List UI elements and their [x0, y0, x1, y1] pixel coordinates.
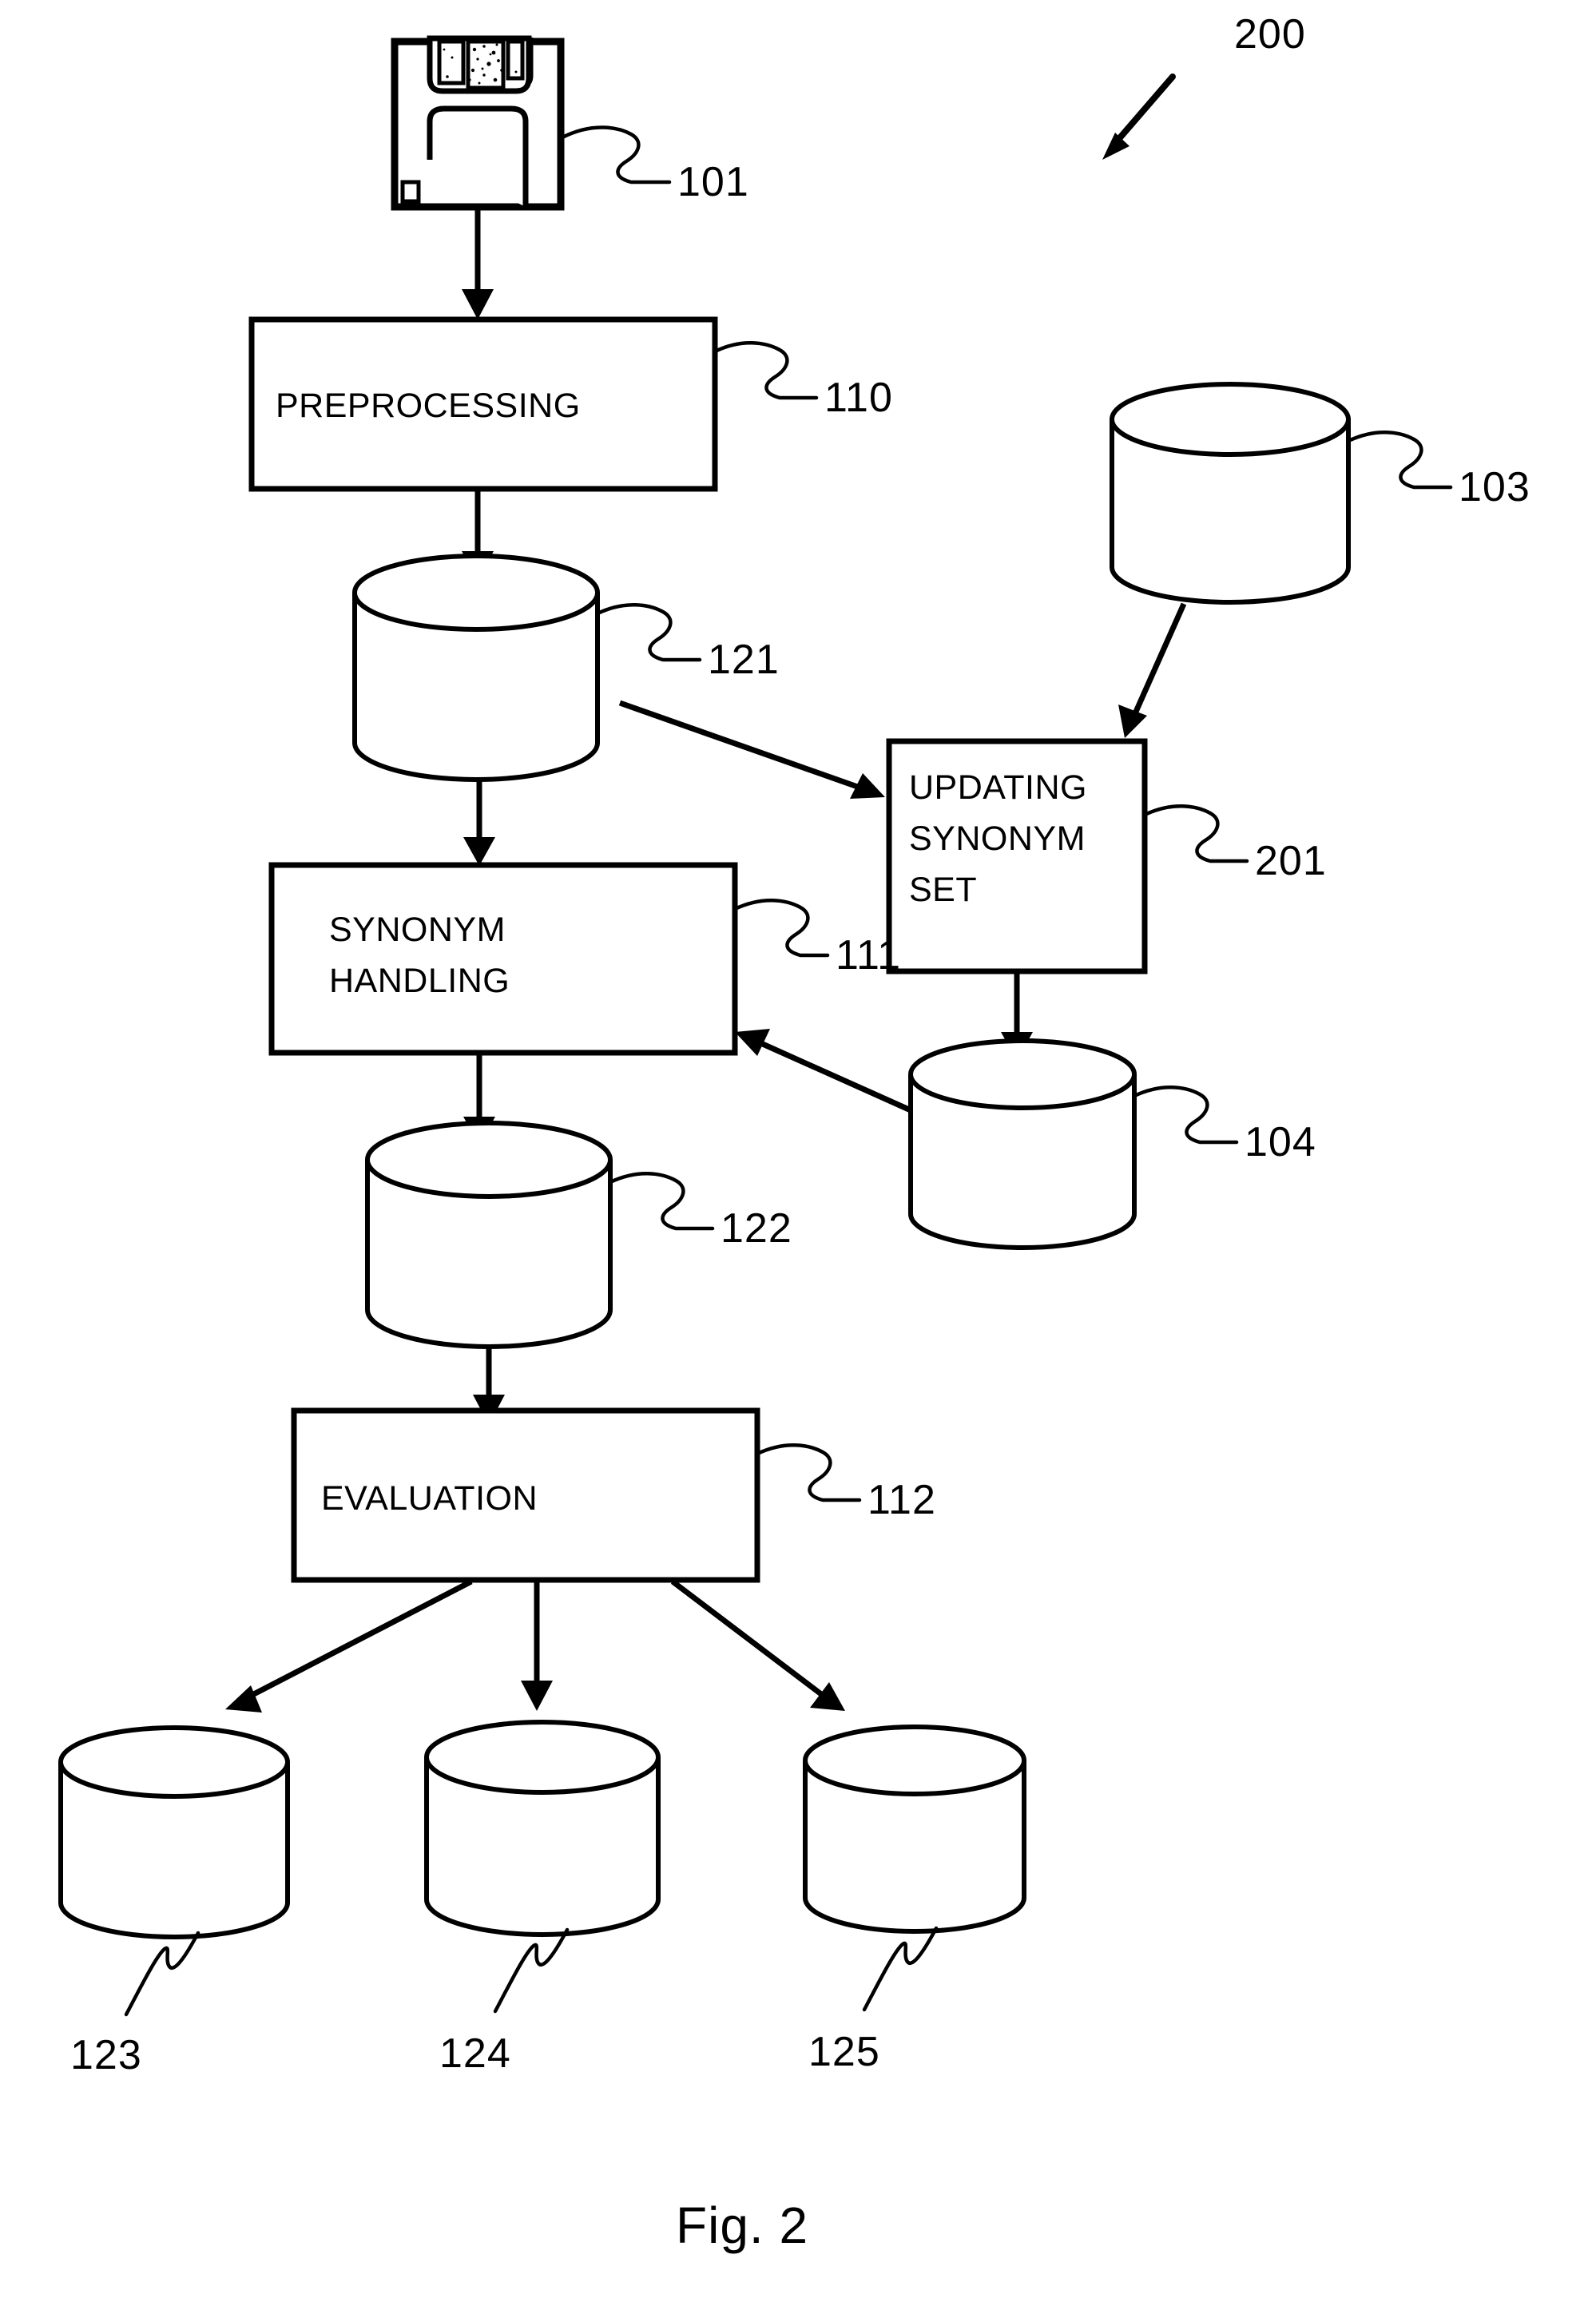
evaluation-label: EVALUATION	[321, 1479, 538, 1518]
floppy-shutter-slot-left	[437, 39, 466, 85]
ref-label-125: 125	[808, 2029, 880, 2075]
updating-synonym-set-box: UPDATING SYNONYM SET	[886, 738, 1148, 974]
floppy-disk-icon	[391, 35, 565, 211]
updating-synonym-set-label-line1: UPDATING	[909, 768, 1087, 807]
synonym-handling-rect	[268, 862, 738, 1056]
database-cylinder-122	[365, 1121, 613, 1349]
preprocessing-label: PREPROCESSING	[276, 387, 581, 425]
ref-label-112: 112	[867, 1477, 936, 1523]
synonym-handling-label-line1: SYNONYM	[329, 911, 506, 949]
ref-label-104: 104	[1245, 1119, 1316, 1165]
ref-label-123: 123	[70, 2032, 142, 2078]
db104-top	[908, 1038, 1137, 1110]
updating-synonym-set-label-line3: SET	[909, 871, 977, 909]
ref-label-110: 110	[824, 375, 893, 421]
ref-label-200: 200	[1234, 11, 1306, 58]
db124-top	[424, 1720, 661, 1795]
ref-label-111: 111	[836, 932, 901, 978]
patent-figure: 200 101 PREPROCESSING 110 121 103 UPDATI…	[0, 0, 1596, 2298]
flow-diagram-canvas: 200 101 PREPROCESSING 110 121 103 UPDATI…	[0, 0, 1596, 2298]
ref-label-201: 201	[1255, 838, 1327, 884]
ref-label-122: 122	[721, 1205, 792, 1252]
database-cylinder-123	[58, 1725, 290, 1939]
database-cylinder-124	[424, 1720, 661, 1937]
preprocessing-box: PREPROCESSING	[248, 316, 718, 492]
updating-synonym-set-label-line2: SYNONYM	[909, 820, 1086, 858]
db123-top	[58, 1725, 290, 1799]
db121-top	[352, 554, 600, 632]
database-cylinder-121	[352, 554, 600, 782]
ref-label-101: 101	[677, 159, 749, 205]
ref-label-121: 121	[708, 637, 780, 683]
db125-top	[803, 1724, 1026, 1796]
db122-top	[365, 1121, 613, 1199]
synonym-handling-label-line2: HANDLING	[329, 962, 510, 1000]
database-cylinder-104	[908, 1038, 1137, 1250]
database-cylinder-125	[803, 1724, 1026, 1934]
figure-caption: Fig. 2	[676, 2197, 808, 2254]
synonym-handling-box: SYNONYM HANDLING	[268, 862, 738, 1056]
floppy-write-protect-tab	[400, 180, 421, 204]
evaluation-box: EVALUATION	[291, 1407, 760, 1583]
database-cylinder-103	[1110, 382, 1351, 605]
db103-top	[1110, 382, 1351, 457]
ref-label-124: 124	[439, 2030, 511, 2077]
page-background	[0, 0, 1596, 2298]
ref-label-103: 103	[1459, 464, 1530, 510]
